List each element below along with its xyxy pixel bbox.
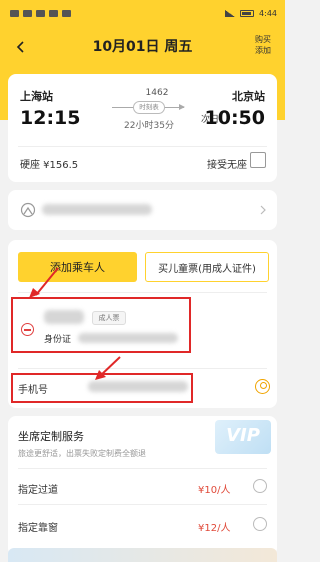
highlight-box-passenger [11,297,191,353]
accept-no-seat-label: 接受无座 [207,160,247,171]
seat-service-card: VIP 坐席定制服务 旅途更舒适，出票失败定制费全额退 指定过道 ¥10/人 指… [8,416,277,556]
back-button[interactable] [10,36,32,58]
notification-icon [10,9,19,17]
aisle-option-price: ¥10/人 [198,485,231,496]
add-label: 添加 [255,46,271,55]
notification-icon [36,9,45,17]
window-option-price: ¥12/人 [198,523,231,534]
from-station: 上海站 [20,90,53,103]
chevron-left-icon [16,41,24,53]
station-select-row[interactable] [8,190,277,230]
arrive-time: 10:50 [204,107,265,129]
service-title: 坐席定制服务 [18,430,84,443]
aisle-option-radio[interactable] [253,479,267,493]
aisle-option-label: 指定过道 [18,485,58,496]
divider [18,368,267,369]
divider [18,504,267,505]
trip-duration: 22小时35分 [124,121,174,131]
timetable-button[interactable]: 时刻表 [133,101,165,114]
vip-banner: VIP [215,420,271,454]
accept-no-seat-checkbox[interactable] [250,152,266,168]
notification-icon [49,9,58,17]
redacted-text [42,204,152,215]
divider [18,146,267,147]
chevron-right-icon [260,205,266,215]
window-option-label: 指定靠窗 [18,523,58,534]
notification-icon [23,9,32,17]
seat-price: 硬座 ¥156.5 [20,160,79,171]
purchase-add-button[interactable]: 购买 添加 [249,34,277,56]
window-option-radio[interactable] [253,517,267,531]
divider [18,292,267,293]
add-passenger-button[interactable]: 添加乘车人 [18,252,137,282]
system-icons: 4:44 [225,9,277,18]
bottom-banner [8,548,277,562]
purchase-label: 购买 [255,35,271,44]
buy-child-ticket-button[interactable]: 买儿童票(用成人证件) [145,252,269,282]
notification-icons [10,9,71,17]
service-subtitle: 旅途更舒适，出票失败定制费全额退 [18,449,146,458]
to-station: 北京站 [232,90,265,103]
notification-icon [62,9,71,17]
train-number: 1462 [145,88,169,98]
signal-icon [225,9,236,17]
battery-icon [240,9,255,17]
divider [18,468,267,469]
page-title: 10月01日 周五 [92,39,193,55]
location-icon [20,202,36,218]
nav-bar: 10月01日 周五 购买 添加 [0,26,285,66]
status-bar: 4:44 [0,0,285,26]
highlight-box-phone [11,373,193,403]
trip-card: 上海站 12:15 1462 时刻表 22小时35分 北京站 次日 10:50 … [8,74,277,182]
depart-time: 12:15 [20,107,81,129]
status-time: 4:44 [259,8,277,18]
contact-icon[interactable] [255,379,270,394]
